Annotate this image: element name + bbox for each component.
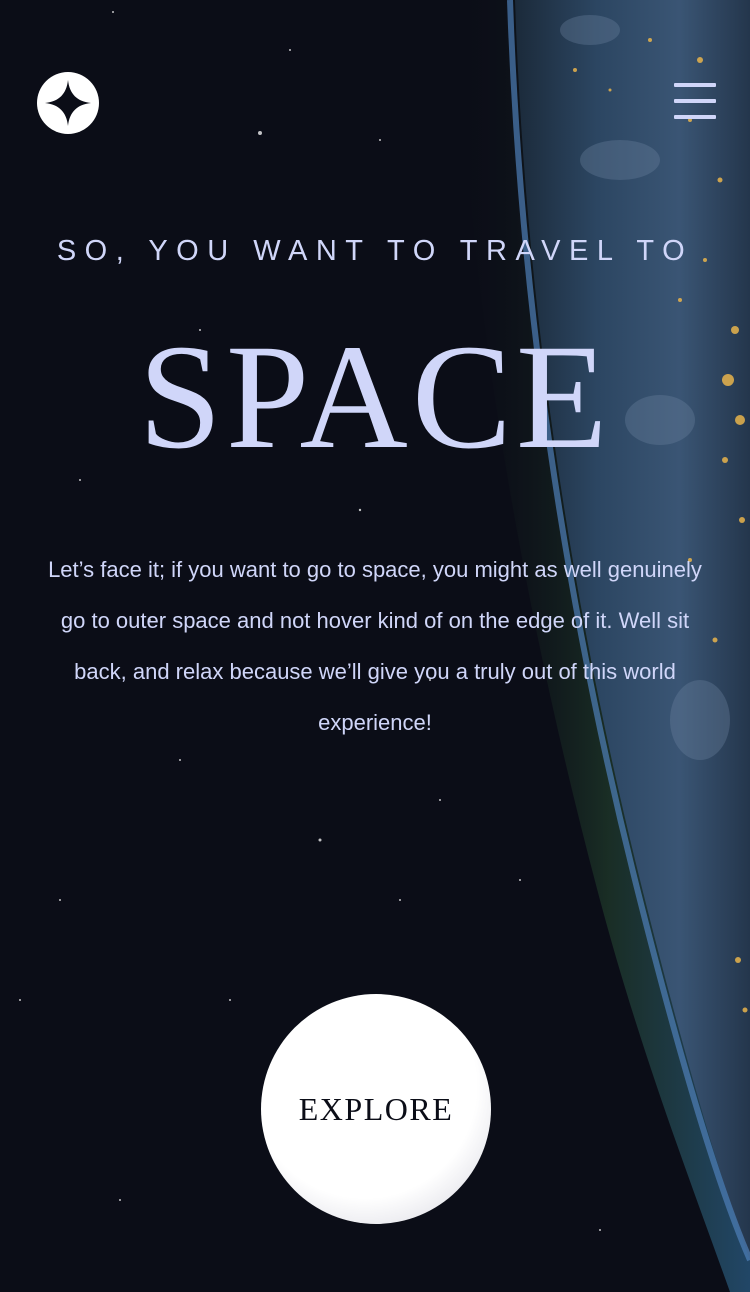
hero-body-text: Let’s face it; if you want to go to spac… bbox=[48, 557, 702, 735]
explore-button[interactable]: EXPLORE bbox=[261, 994, 491, 1224]
hamburger-menu-icon[interactable] bbox=[674, 83, 716, 121]
hero-eyebrow: SO, YOU WANT TO TRAVEL TO bbox=[56, 235, 694, 267]
star-logo-icon[interactable] bbox=[37, 72, 99, 134]
menu-bar bbox=[674, 83, 716, 87]
menu-bar bbox=[674, 99, 716, 103]
explore-button-label: EXPLORE bbox=[298, 1090, 454, 1127]
home-page: SO, YOU WANT TO TRAVEL TO SPACE Let’s fa… bbox=[0, 0, 750, 1292]
menu-bar bbox=[674, 115, 716, 119]
hero-headline: SPACE bbox=[138, 314, 612, 480]
site-header bbox=[0, 0, 750, 200]
